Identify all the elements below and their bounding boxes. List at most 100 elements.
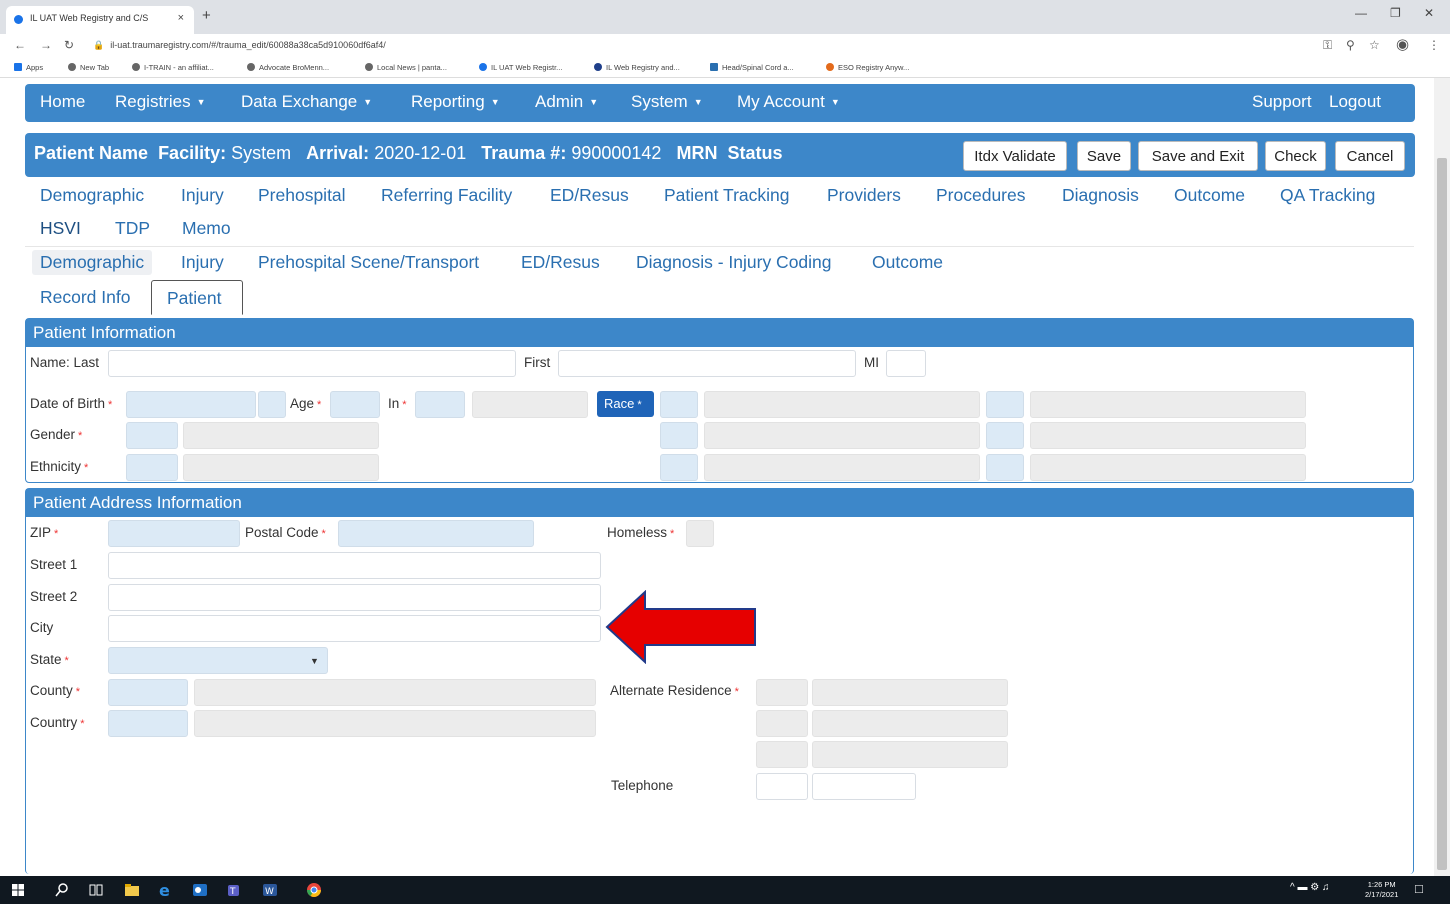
notifications-icon[interactable]: □ bbox=[1415, 881, 1423, 896]
mi-input[interactable] bbox=[886, 350, 926, 377]
dob-picker[interactable] bbox=[258, 391, 286, 418]
nav-my-account[interactable]: My Account ▼ bbox=[737, 92, 840, 112]
page-scrollbar-thumb[interactable] bbox=[1437, 158, 1447, 870]
browser-tab[interactable]: IL UAT Web Registry and C/S × bbox=[6, 6, 194, 34]
subtab-prehospital-scene-transport[interactable]: Prehospital Scene/Transport bbox=[258, 252, 479, 273]
word-icon[interactable]: W bbox=[262, 882, 278, 898]
star-icon[interactable]: ☆ bbox=[1369, 38, 1380, 52]
alt-residence3-desc-input[interactable] bbox=[812, 741, 1008, 768]
zip-input[interactable] bbox=[108, 520, 240, 547]
tab-referring-facility[interactable]: Referring Facility bbox=[381, 185, 512, 206]
tab-diagnosis[interactable]: Diagnosis bbox=[1062, 185, 1139, 206]
key-icon[interactable]: ⚿ bbox=[1323, 38, 1332, 53]
subtab-injury[interactable]: Injury bbox=[181, 252, 224, 273]
system-tray-icons[interactable]: ^ ▬ ⚙ ♫ bbox=[1290, 882, 1330, 893]
race3-desc-input[interactable] bbox=[704, 422, 980, 449]
bookmark-apps[interactable]: Apps bbox=[14, 63, 43, 72]
close-window-icon[interactable]: ✕ bbox=[1424, 6, 1434, 20]
homeless-checkbox[interactable] bbox=[686, 520, 714, 547]
race5-desc-input[interactable] bbox=[704, 454, 980, 481]
tab-providers[interactable]: Providers bbox=[827, 185, 901, 206]
bookmark-item[interactable]: IL Web Registry and... bbox=[594, 63, 680, 72]
new-tab-button[interactable]: + bbox=[202, 7, 211, 24]
tab-procedures[interactable]: Procedures bbox=[936, 185, 1026, 206]
teams-icon[interactable]: T bbox=[226, 882, 242, 898]
nav-home[interactable]: Home bbox=[40, 92, 85, 112]
gender-code-input[interactable] bbox=[126, 422, 178, 449]
bookmark-item[interactable]: New Tab bbox=[68, 63, 109, 72]
dob-input[interactable] bbox=[126, 391, 256, 418]
ethnicity-desc-input[interactable] bbox=[183, 454, 379, 481]
telephone-area-input[interactable] bbox=[756, 773, 808, 800]
subtab-outcome[interactable]: Outcome bbox=[872, 252, 943, 273]
race2-code-input[interactable] bbox=[986, 391, 1024, 418]
gender-desc-input[interactable] bbox=[183, 422, 379, 449]
profile-icon[interactable]: ◉ bbox=[1396, 35, 1409, 53]
race5-code-input[interactable] bbox=[660, 454, 698, 481]
tab-close-icon[interactable]: × bbox=[178, 12, 184, 24]
tab-tdp[interactable]: TDP bbox=[115, 218, 150, 239]
nav-logout[interactable]: Logout bbox=[1329, 92, 1381, 112]
search-icon[interactable] bbox=[54, 882, 70, 898]
bookmark-item[interactable]: IL UAT Web Registr... bbox=[479, 63, 562, 72]
tab-qa-tracking[interactable]: QA Tracking bbox=[1280, 185, 1375, 206]
postal-code-input[interactable] bbox=[338, 520, 534, 547]
forward-icon[interactable]: → bbox=[40, 38, 52, 52]
task-view-icon[interactable] bbox=[88, 882, 104, 898]
subtab-patient[interactable]: Patient bbox=[151, 280, 243, 315]
race2-desc-input[interactable] bbox=[1030, 391, 1306, 418]
tab-memo[interactable]: Memo bbox=[182, 218, 231, 239]
taskbar-clock[interactable]: 1:26 PM 2/17/2021 bbox=[1365, 880, 1398, 900]
zoom-icon[interactable]: ⚲ bbox=[1346, 38, 1355, 52]
first-name-input[interactable] bbox=[558, 350, 856, 377]
ethnicity-code-input[interactable] bbox=[126, 454, 178, 481]
street2-input[interactable] bbox=[108, 584, 601, 611]
country-code-input[interactable] bbox=[108, 710, 188, 737]
itdx-validate-button[interactable]: Itdx Validate bbox=[963, 141, 1067, 171]
bookmark-item[interactable]: Advocate BroMenn... bbox=[247, 63, 329, 72]
tab-prehospital[interactable]: Prehospital bbox=[258, 185, 346, 206]
street1-input[interactable] bbox=[108, 552, 601, 579]
nav-data-exchange[interactable]: Data Exchange ▼ bbox=[241, 92, 372, 112]
city-input[interactable] bbox=[108, 615, 601, 642]
tab-outcome[interactable]: Outcome bbox=[1174, 185, 1245, 206]
age-input[interactable] bbox=[330, 391, 380, 418]
race-button[interactable]: Race * bbox=[597, 391, 654, 417]
race1-code-input[interactable] bbox=[660, 391, 698, 418]
bookmark-item[interactable]: I-TRAIN - an affiliat... bbox=[132, 63, 214, 72]
minimize-icon[interactable]: — bbox=[1355, 6, 1367, 20]
race3-code-input[interactable] bbox=[660, 422, 698, 449]
nav-system[interactable]: System ▼ bbox=[631, 92, 703, 112]
save-button[interactable]: Save bbox=[1077, 141, 1131, 171]
race4-code-input[interactable] bbox=[986, 422, 1024, 449]
race6-desc-input[interactable] bbox=[1030, 454, 1306, 481]
race4-desc-input[interactable] bbox=[1030, 422, 1306, 449]
subtab-ed-resus[interactable]: ED/Resus bbox=[521, 252, 600, 273]
nav-registries[interactable]: Registries ▼ bbox=[115, 92, 206, 112]
telephone-number-input[interactable] bbox=[812, 773, 916, 800]
alt-residence2-code-input[interactable] bbox=[756, 710, 808, 737]
save-and-exit-button[interactable]: Save and Exit bbox=[1138, 141, 1258, 171]
age-units-desc-input[interactable] bbox=[472, 391, 588, 418]
windows-start-icon[interactable] bbox=[10, 882, 26, 898]
age-units-code-input[interactable] bbox=[415, 391, 465, 418]
last-name-input[interactable] bbox=[108, 350, 516, 377]
cancel-button[interactable]: Cancel bbox=[1335, 141, 1405, 171]
nav-support[interactable]: Support bbox=[1252, 92, 1312, 112]
reload-icon[interactable]: ↻ bbox=[64, 38, 74, 52]
edge-browser-icon[interactable]: e bbox=[158, 882, 174, 898]
alt-residence3-code-input[interactable] bbox=[756, 741, 808, 768]
bookmark-item[interactable]: ESO Registry Anyw... bbox=[826, 63, 909, 72]
tab-hsvi[interactable]: HSVI bbox=[40, 218, 81, 239]
menu-dots-icon[interactable]: ⋮ bbox=[1428, 38, 1440, 52]
bookmark-item[interactable]: Head/Spinal Cord a... bbox=[710, 63, 794, 72]
tab-demographic[interactable]: Demographic bbox=[40, 185, 144, 206]
url-field[interactable]: 🔒 il-uat.traumaregistry.com/#/trauma_edit… bbox=[93, 40, 386, 51]
back-icon[interactable]: ← bbox=[14, 38, 26, 52]
state-select[interactable] bbox=[108, 647, 328, 674]
file-explorer-icon[interactable] bbox=[124, 882, 140, 898]
nav-reporting[interactable]: Reporting ▼ bbox=[411, 92, 500, 112]
subtab-demographic[interactable]: Demographic bbox=[32, 250, 153, 275]
alt-residence1-code-input[interactable] bbox=[756, 679, 808, 706]
alt-residence2-desc-input[interactable] bbox=[812, 710, 1008, 737]
